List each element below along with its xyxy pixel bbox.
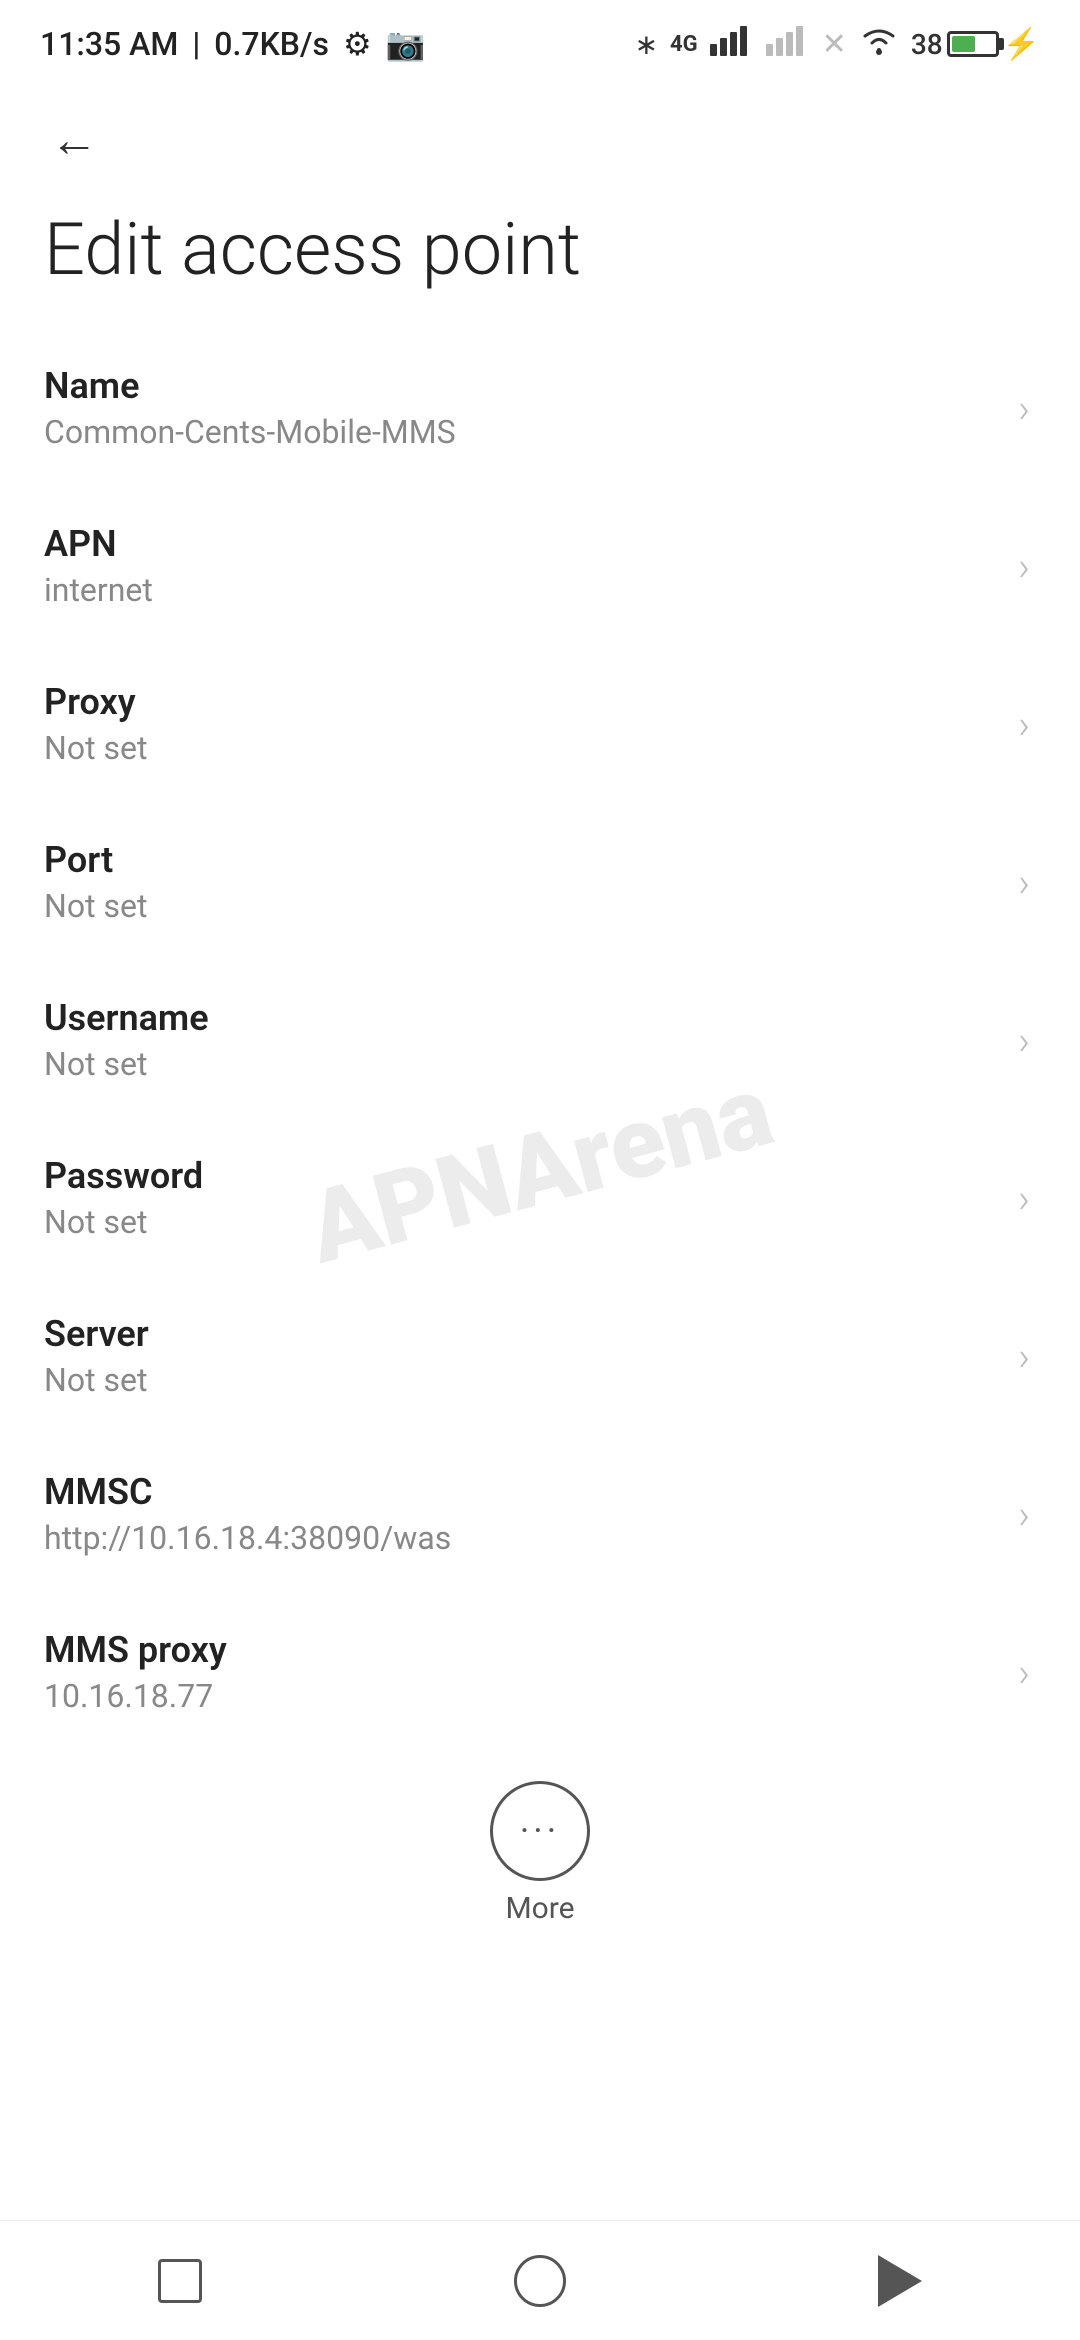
field-apn[interactable]: APN internet › xyxy=(0,487,1080,645)
field-mms-proxy-content: MMS proxy 10.16.18.77 xyxy=(44,1629,998,1715)
chevron-right-icon: › xyxy=(1018,859,1030,906)
more-dots-icon: ··· xyxy=(520,1810,560,1852)
status-left: 11:35 AM | 0.7KB/s ⚙ 📷 xyxy=(40,25,425,63)
bottom-navigation xyxy=(0,2220,1080,2340)
speed-display: | xyxy=(192,25,200,63)
signal-bars2-icon xyxy=(766,26,810,63)
signal-4g-icon: 4G xyxy=(670,32,698,57)
field-mmsc-content: MMSC http://10.16.18.4:38090/was xyxy=(44,1471,998,1557)
camera-icon: 📷 xyxy=(386,25,426,63)
chevron-right-icon: › xyxy=(1018,1175,1030,1222)
back-arrow-icon: ← xyxy=(50,116,98,164)
field-name-label: Name xyxy=(44,365,998,407)
no-signal-icon: ✕ xyxy=(822,27,847,62)
nav-recent-apps-button[interactable] xyxy=(130,2241,230,2321)
field-mms-proxy[interactable]: MMS proxy 10.16.18.77 › xyxy=(0,1593,1080,1751)
chevron-right-icon: › xyxy=(1018,1649,1030,1696)
field-mms-proxy-value: 10.16.18.77 xyxy=(44,1677,998,1715)
chevron-right-icon: › xyxy=(1018,701,1030,748)
settings-icon: ⚙ xyxy=(343,25,372,63)
back-button[interactable]: ← xyxy=(44,110,104,170)
home-icon xyxy=(514,2255,566,2307)
battery-indicator: 38 ⚡ xyxy=(911,27,1040,62)
field-apn-content: APN internet xyxy=(44,523,998,609)
chevron-right-icon: › xyxy=(1018,385,1030,432)
status-bar: 11:35 AM | 0.7KB/s ⚙ 📷 ∗ 4G ✕ xyxy=(0,0,1080,80)
field-server-label: Server xyxy=(44,1313,998,1355)
field-server[interactable]: Server Not set › xyxy=(0,1277,1080,1435)
field-username-label: Username xyxy=(44,997,998,1039)
field-proxy[interactable]: Proxy Not set › xyxy=(0,645,1080,803)
field-name-content: Name Common-Cents-Mobile-MMS xyxy=(44,365,998,451)
recent-apps-icon xyxy=(158,2259,202,2303)
network-speed: 0.7KB/s xyxy=(214,25,329,63)
nav-back-button[interactable] xyxy=(850,2241,950,2321)
more-label: More xyxy=(505,1891,574,1926)
field-proxy-label: Proxy xyxy=(44,681,998,723)
field-username-content: Username Not set xyxy=(44,997,998,1083)
field-port-value: Not set xyxy=(44,887,998,925)
top-navigation: ← xyxy=(0,80,1080,190)
field-password-value: Not set xyxy=(44,1203,998,1241)
field-proxy-content: Proxy Not set xyxy=(44,681,998,767)
field-mmsc[interactable]: MMSC http://10.16.18.4:38090/was › xyxy=(0,1435,1080,1593)
field-username[interactable]: Username Not set › xyxy=(0,961,1080,1119)
status-right: ∗ 4G ✕ xyxy=(635,26,1040,63)
nav-home-button[interactable] xyxy=(490,2241,590,2321)
field-port-content: Port Not set xyxy=(44,839,998,925)
settings-list: Name Common-Cents-Mobile-MMS › APN inter… xyxy=(0,329,1080,1751)
field-password-label: Password xyxy=(44,1155,998,1197)
chevron-right-icon: › xyxy=(1018,1017,1030,1064)
field-password-content: Password Not set xyxy=(44,1155,998,1241)
chevron-right-icon: › xyxy=(1018,1491,1030,1538)
time-display: 11:35 AM xyxy=(40,25,178,63)
field-name-value: Common-Cents-Mobile-MMS xyxy=(44,413,998,451)
field-username-value: Not set xyxy=(44,1045,998,1083)
field-password[interactable]: Password Not set › xyxy=(0,1119,1080,1277)
field-name[interactable]: Name Common-Cents-Mobile-MMS › xyxy=(0,329,1080,487)
field-server-value: Not set xyxy=(44,1361,998,1399)
field-server-content: Server Not set xyxy=(44,1313,998,1399)
signal-bars-icon xyxy=(710,26,754,63)
field-mmsc-value: http://10.16.18.4:38090/was xyxy=(44,1519,998,1557)
field-mmsc-label: MMSC xyxy=(44,1471,998,1513)
field-port-label: Port xyxy=(44,839,998,881)
chevron-right-icon: › xyxy=(1018,543,1030,590)
more-button[interactable]: ··· xyxy=(490,1781,590,1881)
field-port[interactable]: Port Not set › xyxy=(0,803,1080,961)
page-title: Edit access point xyxy=(44,210,1036,289)
wifi-icon xyxy=(859,26,899,63)
field-proxy-value: Not set xyxy=(44,729,998,767)
more-button-container: ··· More xyxy=(0,1751,1080,1946)
bluetooth-icon: ∗ xyxy=(635,28,658,61)
page-title-section: Edit access point xyxy=(0,190,1080,329)
field-apn-value: internet xyxy=(44,571,998,609)
chevron-right-icon: › xyxy=(1018,1333,1030,1380)
field-apn-label: APN xyxy=(44,523,998,565)
field-mms-proxy-label: MMS proxy xyxy=(44,1629,998,1671)
back-icon xyxy=(878,2255,922,2307)
